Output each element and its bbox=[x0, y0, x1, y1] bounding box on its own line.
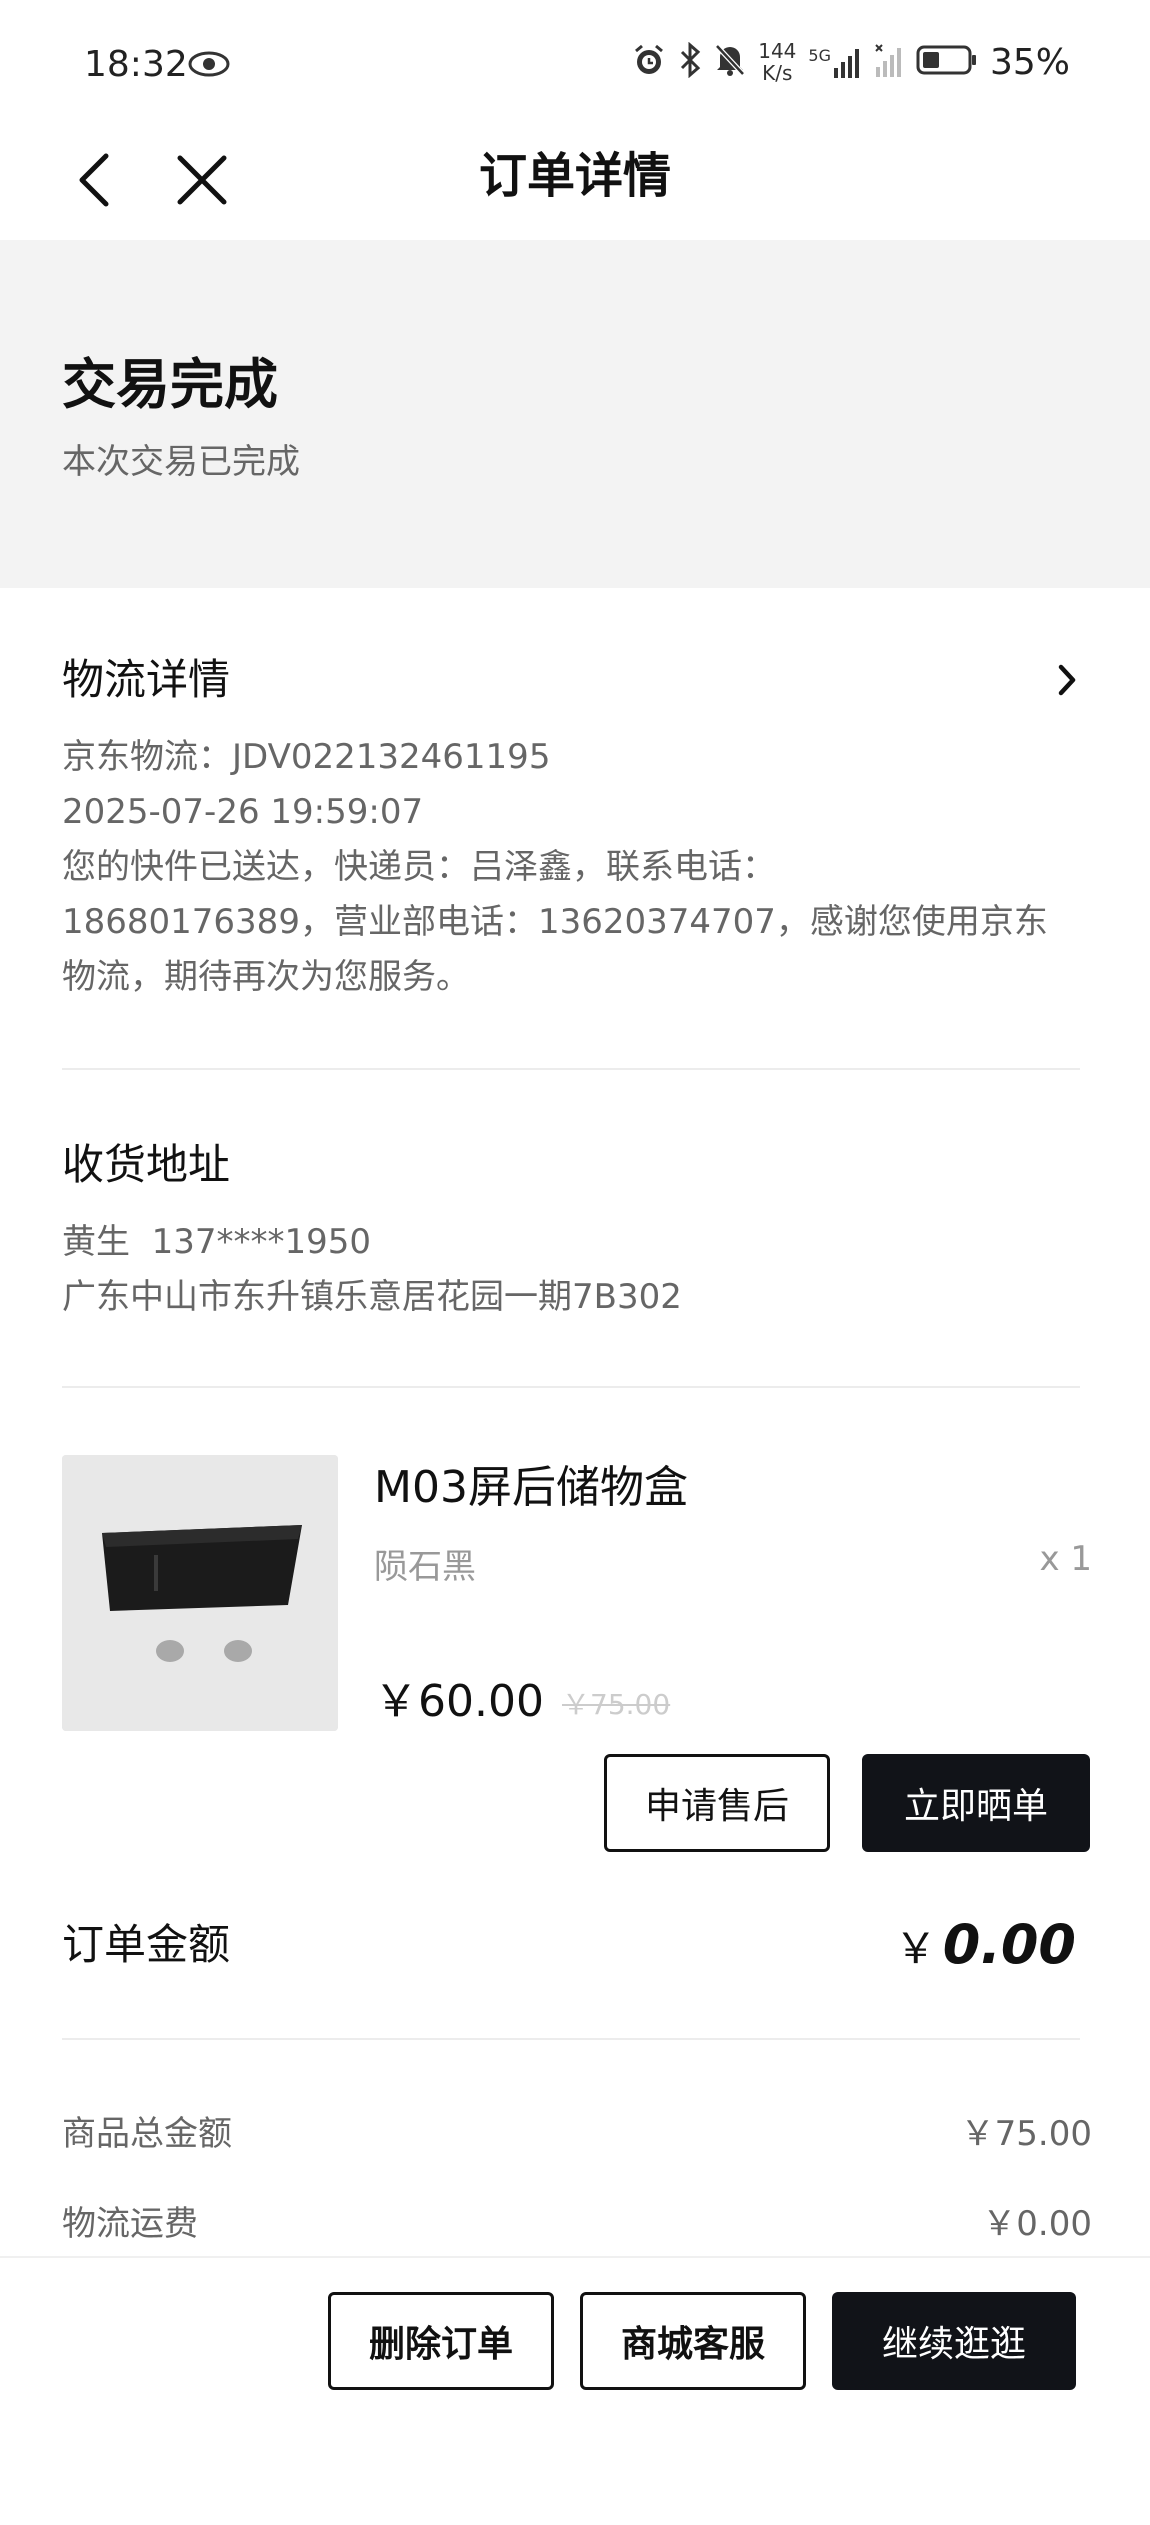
logistics-message-line: 您的快件已送达，快递员：吕泽鑫，联系电话： bbox=[62, 847, 776, 887]
order-total: 订单金额 ￥ 0.00 bbox=[62, 1910, 1092, 1980]
product-original-price: ￥75.00 bbox=[562, 1688, 671, 1721]
status-time: 18:32 bbox=[84, 44, 188, 85]
product-name[interactable]: M03屏后储物盒 bbox=[374, 1455, 688, 1521]
fee-label: 商品总金额 bbox=[62, 2114, 232, 2154]
product-quantity: x 1 bbox=[1039, 1539, 1092, 1579]
divider bbox=[62, 2038, 1080, 2040]
product-price: ￥60.00 bbox=[374, 1676, 544, 1727]
logistics-carrier: 京东物流：JDV022132461195 bbox=[62, 737, 551, 777]
fee-label: 物流运费 bbox=[62, 2204, 198, 2244]
bluetooth-icon bbox=[678, 41, 702, 82]
order-status-subtitle: 本次交易已完成 bbox=[62, 442, 300, 482]
divider bbox=[62, 1068, 1080, 1070]
address-contact: 黄生 137****1950 bbox=[62, 1222, 372, 1262]
divider bbox=[62, 1386, 1080, 1388]
delete-order-button[interactable]: 删除订单 bbox=[328, 2292, 554, 2390]
alarm-icon bbox=[632, 43, 666, 81]
fee-value: ￥0.00 bbox=[982, 2204, 1092, 2244]
logistics-message-line: 18680176389，营业部电话：13620374707，感谢您使用京东 bbox=[62, 902, 1048, 942]
net-speed-unit: K/s bbox=[762, 61, 793, 85]
address-detail: 广东中山市东升镇乐意居花园一期7B302 bbox=[62, 1277, 682, 1317]
logistics-time: 2025-07-26 19:59:07 bbox=[62, 792, 424, 832]
fee-value: ￥75.00 bbox=[960, 2114, 1092, 2154]
product-image[interactable] bbox=[62, 1455, 338, 1731]
order-status-title: 交易完成 bbox=[62, 353, 278, 416]
product-card[interactable]: M03屏后储物盒 陨石黑 x 1 ￥60.00 ￥75.00 bbox=[62, 1455, 1092, 1735]
battery-percent: 35% bbox=[989, 41, 1070, 83]
signal-5g-icon: 5G bbox=[808, 46, 862, 78]
nav-bar: 订单详情 bbox=[0, 130, 1150, 240]
eye-icon bbox=[188, 50, 230, 82]
currency-symbol: ￥ bbox=[894, 1924, 937, 1973]
signal-2-icon bbox=[874, 43, 904, 81]
net-speed-value: 144 bbox=[758, 39, 797, 63]
status-bar: 18:32 144 K/s 5G 35% bbox=[0, 0, 1150, 130]
order-status-banner: 交易完成 本次交易已完成 bbox=[0, 240, 1150, 588]
close-icon bbox=[177, 155, 227, 205]
order-total-value: 0.00 bbox=[942, 1913, 1076, 1976]
mute-icon bbox=[714, 43, 746, 81]
order-total-amount: ￥ 0.00 bbox=[895, 1910, 1076, 1984]
address-section: 收货地址 黄生 137****1950 广东中山市东升镇乐意居花园一期7B302 bbox=[62, 1135, 1082, 1325]
product-variant: 陨石黑 bbox=[374, 1547, 476, 1587]
fee-row: 物流运费 ￥0.00 bbox=[62, 2196, 1092, 2245]
logistics-section[interactable]: 物流详情 京东物流：JDV022132461195 2025-07-26 19:… bbox=[62, 650, 1082, 1005]
continue-shopping-button[interactable]: 继续逛逛 bbox=[832, 2292, 1076, 2390]
chevron-left-icon bbox=[79, 153, 109, 207]
battery-icon bbox=[916, 44, 978, 80]
signal-label: 5G bbox=[808, 46, 831, 65]
chevron-right-icon[interactable] bbox=[1054, 658, 1082, 706]
logistics-message-line: 物流，期待再次为您服务。 bbox=[62, 957, 470, 997]
review-button[interactable]: 立即晒单 bbox=[862, 1754, 1090, 1852]
customer-service-button[interactable]: 商城客服 bbox=[580, 2292, 806, 2390]
fee-row: 商品总金额 ￥75.00 bbox=[62, 2106, 1092, 2155]
back-button[interactable] bbox=[66, 140, 122, 220]
address-title: 收货地址 bbox=[62, 1140, 231, 1189]
status-icons: 144 K/s 5G 35% bbox=[632, 40, 1070, 84]
close-button[interactable] bbox=[170, 140, 234, 220]
logistics-title: 物流详情 bbox=[62, 655, 231, 704]
net-speed: 144 K/s bbox=[758, 40, 796, 84]
after-sale-button[interactable]: 申请售后 bbox=[604, 1754, 830, 1852]
bottom-action-bar: 删除订单 商城客服 继续逛逛 bbox=[0, 2256, 1150, 2525]
